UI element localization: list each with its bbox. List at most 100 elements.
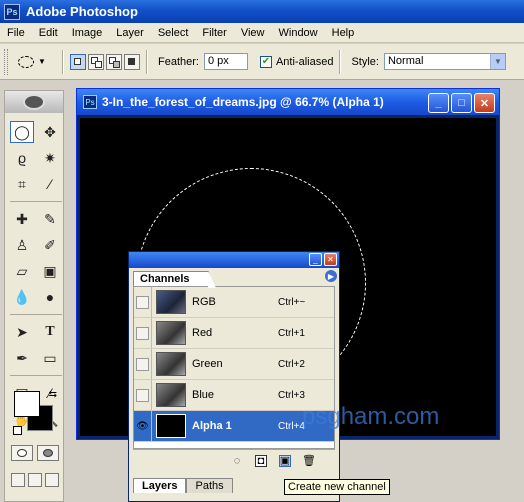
channel-shortcut: Ctrl+2: [278, 358, 305, 370]
color-swatches: ⇆: [13, 389, 59, 435]
options-divider: [146, 49, 148, 74]
tooltip: Create new channel: [284, 479, 390, 495]
delete-channel-icon[interactable]: 🗑: [302, 455, 316, 467]
options-grip[interactable]: [4, 48, 8, 75]
type-tool-icon[interactable]: T: [38, 321, 62, 343]
magic-wand-tool-icon[interactable]: ✷: [38, 147, 62, 169]
menu-layer[interactable]: Layer: [109, 27, 151, 39]
menu-help[interactable]: Help: [325, 27, 362, 39]
brush-tool-icon[interactable]: ✎: [38, 208, 62, 230]
channel-name: Red: [192, 327, 213, 339]
new-selection-button[interactable]: [70, 53, 86, 70]
channel-name: Blue: [192, 389, 215, 401]
tab-layers[interactable]: Layers: [133, 478, 187, 493]
history-brush-tool-icon[interactable]: ✐: [38, 234, 62, 256]
panel-close-button[interactable]: ✕: [324, 253, 337, 266]
full-screen-button[interactable]: [45, 473, 59, 487]
channels-footer: ◌ ◘ ▣ 🗑: [133, 449, 335, 471]
marquee-tool-icon[interactable]: ◯: [10, 121, 34, 143]
chevron-down-icon: ▼: [489, 54, 505, 69]
add-to-selection-button[interactable]: [88, 53, 104, 70]
intersect-selection-button[interactable]: [124, 53, 140, 70]
visibility-toggle[interactable]: [136, 295, 149, 309]
blur-tool-icon[interactable]: 💧: [10, 286, 34, 308]
toolbox-header[interactable]: [5, 91, 63, 113]
layers-paths-tabs: Layers Paths: [133, 478, 233, 493]
visibility-toggle[interactable]: [136, 326, 149, 340]
menu-file[interactable]: File: [0, 27, 32, 39]
photoshop-eye-logo-icon: [23, 94, 45, 110]
move-tool-icon[interactable]: ✥: [38, 121, 62, 143]
gradient-tool-icon[interactable]: ▣: [38, 260, 62, 282]
quick-mask-button[interactable]: [37, 445, 59, 461]
menu-view[interactable]: View: [234, 27, 272, 39]
photoshop-document-icon: Ps: [83, 95, 97, 109]
menu-image[interactable]: Image: [65, 27, 110, 39]
screen-mode-group: [11, 473, 59, 487]
style-select-value: Normal: [387, 55, 424, 67]
style-label: Style:: [351, 55, 379, 68]
document-window-controls: _ □ ✕: [428, 93, 495, 113]
channel-shortcut: Ctrl+3: [278, 389, 305, 401]
document-title: 3-In_the_forest_of_dreams.jpg @ 66.7% (A…: [102, 95, 384, 109]
shape-tool-icon[interactable]: ▭: [38, 347, 62, 369]
tab-channels[interactable]: Channels: [133, 271, 215, 288]
channel-name: Green: [192, 358, 223, 370]
maximize-button[interactable]: □: [451, 93, 472, 113]
lasso-tool-icon[interactable]: ϱ: [10, 147, 34, 169]
visibility-toggle[interactable]: [136, 388, 149, 402]
mask-mode-group: [11, 445, 59, 461]
dodge-tool-icon[interactable]: ●: [38, 286, 62, 308]
app-title: Adobe Photoshop: [26, 4, 138, 19]
menu-edit[interactable]: Edit: [32, 27, 65, 39]
clone-stamp-tool-icon[interactable]: ♙: [10, 234, 34, 256]
default-colors-icon[interactable]: [13, 426, 22, 435]
channel-row-rgb[interactable]: RGB Ctrl+~: [134, 287, 334, 318]
visibility-toggle[interactable]: [136, 357, 149, 371]
channel-thumbnail: [156, 414, 186, 438]
slice-tool-icon[interactable]: ⁄: [38, 173, 62, 195]
tool-preset-picker[interactable]: ▼: [18, 51, 56, 73]
channel-row-green[interactable]: Green Ctrl+2: [134, 349, 334, 380]
channel-name: RGB: [192, 296, 216, 308]
standard-screen-button[interactable]: [11, 473, 25, 487]
crop-tool-icon[interactable]: ⌗: [10, 173, 34, 195]
pen-tool-icon[interactable]: ✒: [10, 347, 34, 369]
minimize-button[interactable]: _: [428, 93, 449, 113]
channel-row-red[interactable]: Red Ctrl+1: [134, 318, 334, 349]
style-select[interactable]: Normal ▼: [383, 53, 506, 70]
close-button[interactable]: ✕: [474, 93, 495, 113]
panel-minimize-button[interactable]: _: [309, 253, 322, 266]
menu-select[interactable]: Select: [151, 27, 196, 39]
load-channel-as-selection-icon[interactable]: ◌: [231, 455, 243, 467]
standard-mode-button[interactable]: [11, 445, 33, 461]
app-title-bar: Ps Adobe Photoshop: [0, 0, 524, 23]
swap-colors-icon[interactable]: ⇆: [49, 389, 57, 400]
channel-thumbnail: [156, 352, 186, 376]
channel-thumbnail: [156, 290, 186, 314]
elliptical-marquee-icon: [18, 55, 34, 68]
tool-grid: ◯ ✥ ϱ ✷ ⌗ ⁄ ✚ ✎ ♙ ✐ ▱ ▣ 💧 ● ➤ T ✒ ▭ ▤ ⁄ …: [5, 113, 63, 434]
options-divider: [339, 49, 342, 74]
save-selection-as-channel-icon[interactable]: ◘: [255, 454, 267, 467]
tab-paths[interactable]: Paths: [186, 478, 233, 493]
channels-panel: _ ✕ Channels ▶ RGB Ctrl+~ Red Ctrl+1 Gre…: [128, 251, 340, 502]
create-new-channel-icon[interactable]: ▣: [279, 454, 291, 467]
menu-bar: File Edit Image Layer Select Filter View…: [0, 23, 524, 43]
toolbox: ◯ ✥ ϱ ✷ ⌗ ⁄ ✚ ✎ ♙ ✐ ▱ ▣ 💧 ● ➤ T ✒ ▭ ▤ ⁄ …: [4, 90, 64, 502]
eye-icon[interactable]: 👁: [136, 421, 149, 432]
subtract-from-selection-button[interactable]: [106, 53, 122, 70]
channels-panel-titlebar[interactable]: _ ✕: [129, 252, 339, 268]
feather-input[interactable]: 0 px: [203, 53, 248, 70]
menu-filter[interactable]: Filter: [195, 27, 233, 39]
channel-shortcut: Ctrl+1: [278, 327, 305, 339]
full-screen-menu-button[interactable]: [28, 473, 42, 487]
feather-label: Feather:: [158, 55, 199, 68]
path-selection-tool-icon[interactable]: ➤: [10, 321, 34, 343]
antialias-checkbox[interactable]: ✔: [259, 55, 272, 68]
menu-window[interactable]: Window: [272, 27, 325, 39]
eraser-tool-icon[interactable]: ▱: [10, 260, 34, 282]
panel-menu-arrow-icon[interactable]: ▶: [325, 270, 337, 282]
healing-brush-tool-icon[interactable]: ✚: [10, 208, 34, 230]
foreground-color-swatch[interactable]: [14, 391, 40, 417]
